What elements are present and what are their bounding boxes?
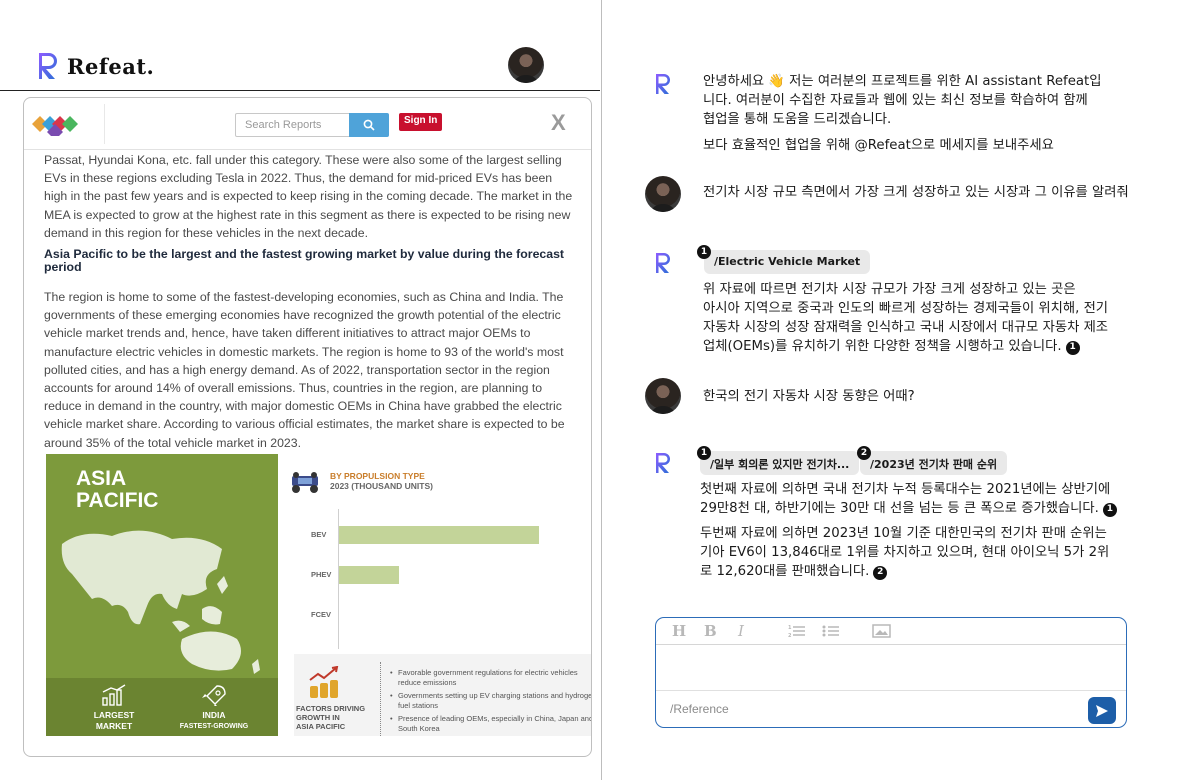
- close-button[interactable]: X: [551, 110, 566, 136]
- factor-divider: [380, 662, 381, 736]
- reference-chip[interactable]: /2023년 전기차 판매 순위: [860, 451, 1008, 475]
- search-button[interactable]: [349, 113, 389, 137]
- bot-message: 위 자료에 따르면 전기차 시장 규모가 가장 크게 성장하고 있는 곳은 아시…: [703, 282, 1109, 355]
- ordered-list-icon[interactable]: 1 2: [788, 624, 806, 638]
- reference-number-badge: 2: [857, 446, 871, 460]
- chart-category-label: FCEV: [311, 610, 332, 619]
- market-infographic: ASIA PACIFIC LARGEST MARKET INDIA FASTES…: [46, 454, 591, 737]
- formatting-toolbar: H B I 1 2: [656, 618, 1126, 645]
- chart-bar: [339, 526, 539, 544]
- region-highlights: LARGEST MARKET INDIA FASTEST-GROWING: [46, 678, 278, 736]
- refeat-bot-icon: [656, 253, 670, 273]
- reference-input[interactable]: /Reference: [670, 702, 729, 716]
- brand-name: Refeat.: [67, 53, 155, 79]
- reference-chip[interactable]: /Electric Vehicle Market: [704, 250, 871, 274]
- coins-growth-icon: [309, 666, 339, 698]
- user-avatar: [645, 176, 681, 212]
- user-message: 한국의 전기 자동차 시장 동향은 어때?: [703, 389, 915, 404]
- chart-category-label: PHEV: [311, 570, 332, 579]
- brand-logo[interactable]: Refeat.: [37, 50, 154, 82]
- send-button[interactable]: [1088, 697, 1116, 724]
- paragraph: Passat, Hyundai Kona, etc. fall under th…: [44, 153, 573, 240]
- factor-list: Favorable government regulations for ele…: [390, 668, 591, 737]
- reference-number-badge: 1: [697, 446, 711, 460]
- propulsion-chart-panel: BY PROPULSION TYPE 2023 (THOUSAND UNITS)…: [278, 454, 591, 737]
- asia-pacific-map-icon: [61, 530, 260, 674]
- reference-chip[interactable]: /일부 회의론 있지만 전기차...: [700, 451, 860, 475]
- header-divider: [104, 104, 105, 144]
- region-panel: ASIA PACIFIC LARGEST MARKET INDIA FASTES…: [46, 454, 278, 736]
- factor-item: Presence of leading OEMs, especially in …: [390, 714, 591, 733]
- chart-category-label: BEV: [311, 530, 327, 539]
- factors-label: FACTORS DRIVING GROWTH IN ASIA PACIFIC: [296, 704, 366, 731]
- reference-number-badge: 1: [697, 245, 711, 259]
- bar-growth-icon: [102, 684, 126, 706]
- growth-factors: FACTORS DRIVING GROWTH IN ASIA PACIFIC F…: [294, 654, 591, 737]
- citation-badge[interactable]: 2: [873, 565, 888, 580]
- citation-badge[interactable]: 1: [1102, 502, 1117, 517]
- document-panel: Refeat. Search Reports Sign In X Passat,…: [0, 0, 601, 780]
- rocket-icon: [202, 685, 226, 706]
- message-input-area[interactable]: [656, 645, 1126, 691]
- refeat-logo-icon: [39, 53, 57, 79]
- chart-bar: [339, 566, 399, 584]
- largest-market-item: LARGEST MARKET: [64, 684, 164, 732]
- section-heading: Asia Pacific to be the largest and the f…: [44, 247, 565, 275]
- italic-button[interactable]: I: [738, 622, 744, 640]
- bot-welcome-message: 안녕하세요 👋 저는 여러분의 프로젝트를 위한 AI assistant Re…: [703, 74, 1102, 153]
- bullet-list-icon[interactable]: [822, 624, 840, 638]
- svg-text:1: 1: [788, 625, 792, 631]
- sign-in-button[interactable]: Sign In: [399, 113, 443, 131]
- user-avatar: [645, 378, 681, 414]
- header-divider: [0, 90, 600, 91]
- search-reports-input[interactable]: Search Reports: [235, 113, 350, 137]
- ev-chassis-icon: [292, 472, 318, 493]
- citation-badge[interactable]: 1: [1065, 340, 1080, 355]
- refeat-bot-icon: [656, 74, 670, 94]
- chat-panel: 안녕하세요 👋 저는 여러분의 프로젝트를 위한 AI assistant Re…: [601, 0, 1200, 780]
- factor-item: Favorable government regulations for ele…: [390, 668, 591, 687]
- search-icon: [363, 119, 375, 131]
- bot-message: 첫번째 자료에 의하면 국내 전기차 누적 등록대수는 2021년에는 상반기에…: [700, 480, 1170, 581]
- image-icon[interactable]: [872, 624, 891, 638]
- region-title: ASIA PACIFIC: [76, 467, 159, 512]
- heading-button[interactable]: H: [672, 622, 686, 640]
- bold-button[interactable]: B: [704, 622, 717, 640]
- document-text: Passat, Hyundai Kona, etc. fall under th…: [44, 151, 576, 458]
- chart-title: BY PROPULSION TYPE 2023 (THOUSAND UNITS): [330, 471, 433, 491]
- send-icon: [1096, 704, 1108, 717]
- document-viewer: Search Reports Sign In X Passat, Hyundai…: [23, 97, 592, 757]
- message-composer: H B I 1 2 /Reference: [655, 617, 1127, 728]
- factor-item: Governments setting up EV charging stati…: [390, 691, 591, 710]
- publisher-logo-icon: [32, 116, 78, 136]
- paragraph: The region is home to some of the fastes…: [44, 290, 565, 450]
- svg-text:2: 2: [788, 633, 792, 638]
- user-message: 전기차 시장 규모 측면에서 가장 크게 성장하고 있는 시장과 그 이유를 알…: [703, 185, 1129, 200]
- document-header: Search Reports Sign In X: [24, 98, 591, 150]
- user-avatar[interactable]: [508, 47, 544, 83]
- india-fastest-item: INDIA FASTEST-GROWING: [164, 684, 264, 732]
- refeat-bot-icon: [656, 453, 670, 473]
